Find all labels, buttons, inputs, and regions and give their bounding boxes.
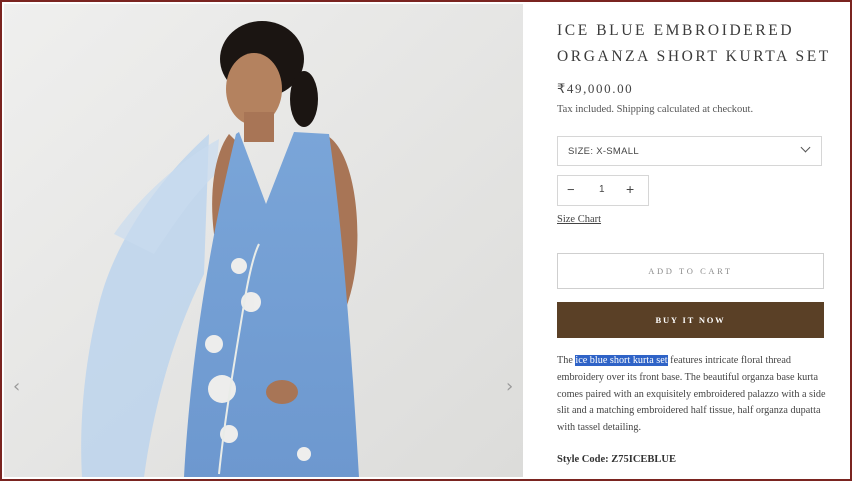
size-select-label: SIZE: X-SMALL [568, 146, 639, 157]
chevron-right-icon[interactable]: › [506, 376, 513, 397]
tax-note: Tax included. Shipping calculated at che… [557, 104, 754, 115]
description-prefix: The [557, 355, 576, 366]
product-description: The ice blue short kurta set features in… [557, 353, 827, 437]
increase-quantity-button[interactable]: + [626, 181, 634, 197]
style-code: Style Code: Z75ICEBLUE [557, 454, 677, 465]
product-title: ICE BLUE EMBROIDERED ORGANZA SHORT KURTA… [557, 18, 837, 70]
buy-it-now-button[interactable]: BUY IT NOW [557, 302, 824, 338]
size-chart-link[interactable]: Size Chart [557, 214, 601, 225]
description-body: features intricate floral thread embroid… [557, 355, 826, 434]
page-frame: ‹ › ICE BLUE EMBROIDERED ORGANZA SHORT K… [0, 0, 852, 481]
product-title-line-2: ORGANZA SHORT KURTA SET [557, 48, 831, 65]
chevron-left-icon[interactable]: ‹ [13, 376, 20, 397]
quantity-stepper: − 1 + [557, 175, 649, 206]
product-title-line-1: ICE BLUE EMBROIDERED [557, 22, 795, 39]
add-to-cart-button[interactable]: ADD TO CART [557, 253, 824, 289]
chevron-down-icon [800, 142, 811, 153]
size-select[interactable]: SIZE: X-SMALL [557, 136, 822, 166]
description-highlight: ice blue short kurta set [575, 355, 668, 366]
decrease-quantity-button[interactable]: − [567, 182, 575, 197]
product-price: ₹49,000.00 [557, 81, 634, 96]
quantity-value[interactable]: 1 [599, 184, 605, 195]
product-image[interactable]: ‹ › [4, 4, 523, 477]
product-photo-illustration [4, 4, 523, 477]
